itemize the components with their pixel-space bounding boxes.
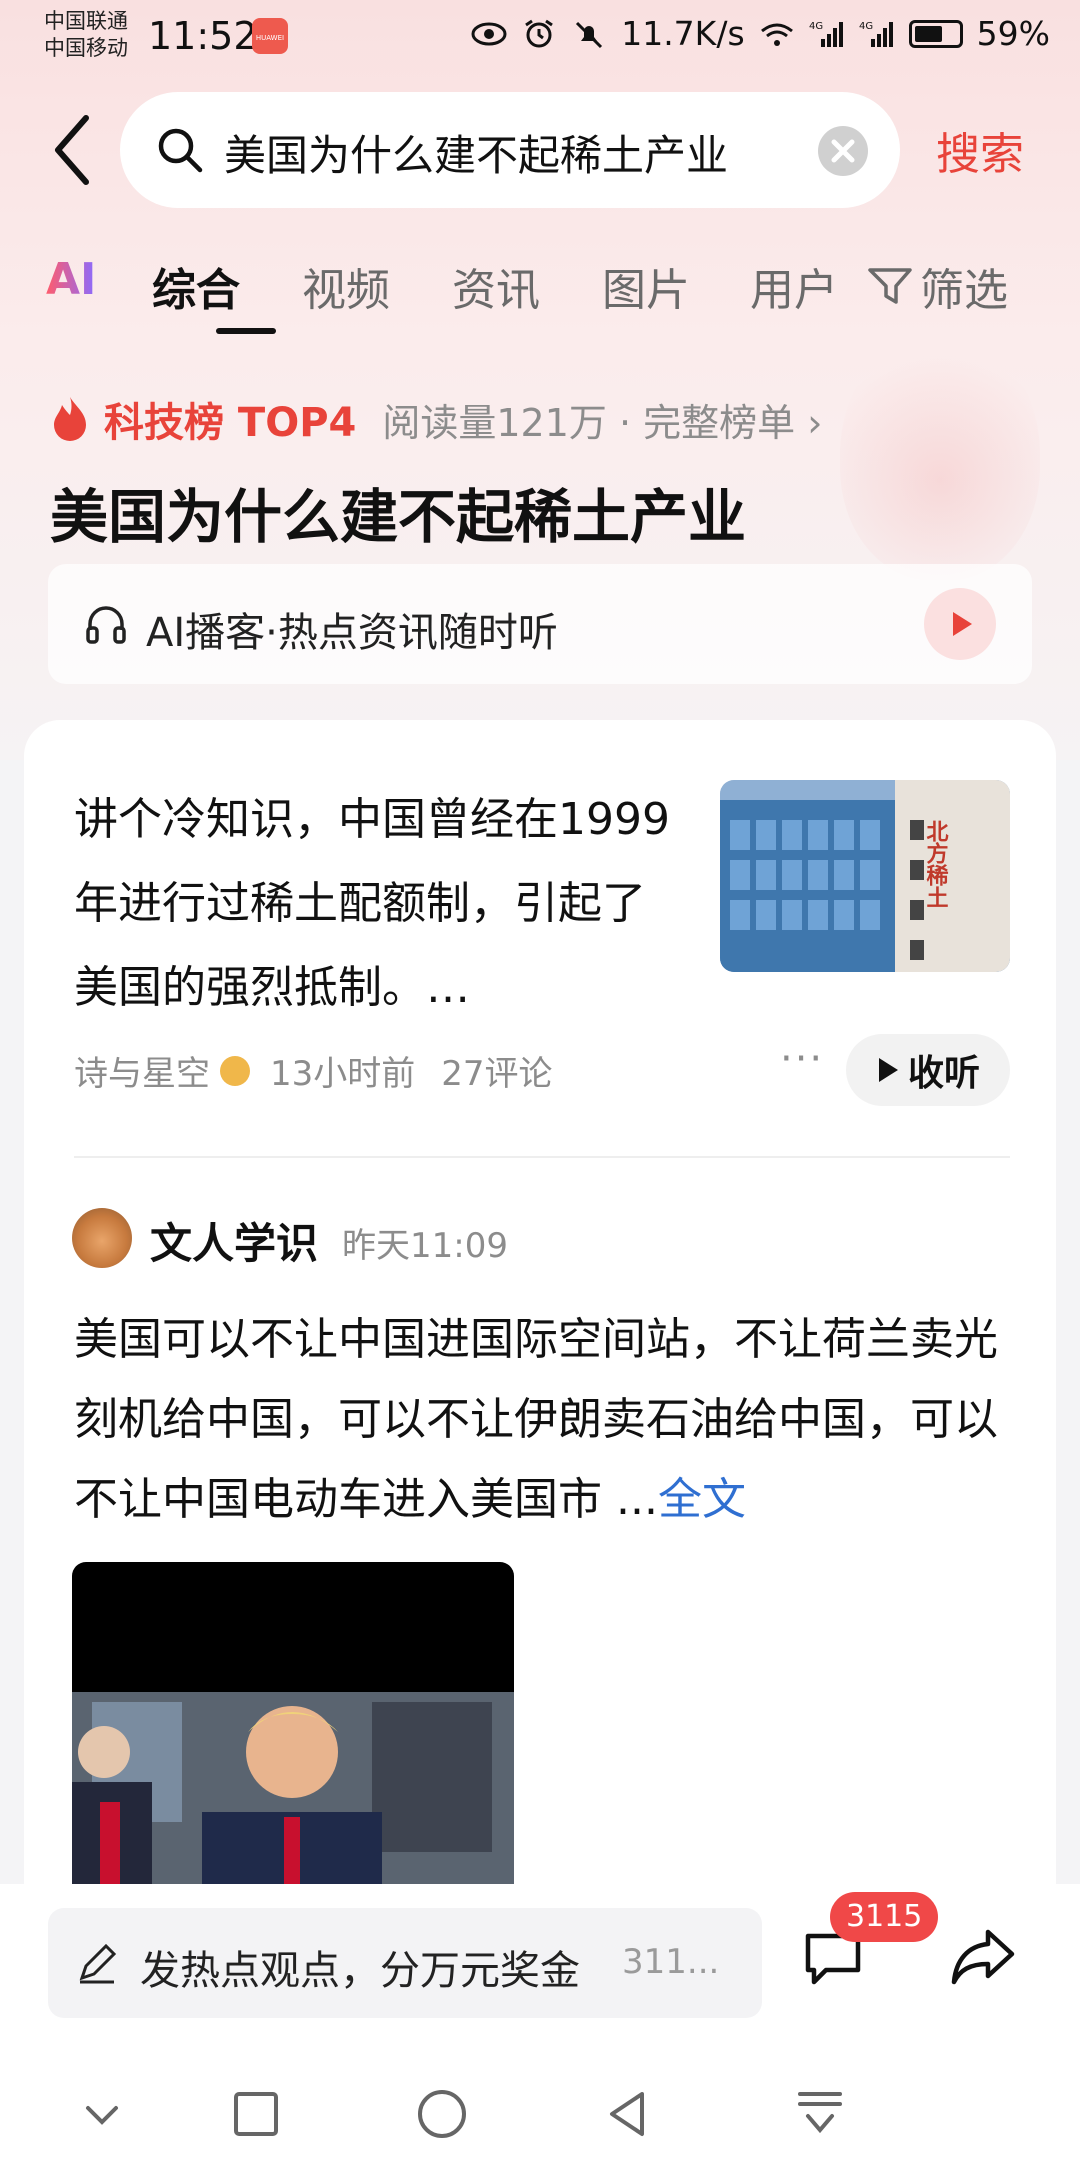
network-speed: 11.7K/s: [621, 14, 745, 53]
article-author[interactable]: 诗与星空: [74, 1046, 210, 1095]
alarm-icon: [525, 19, 554, 47]
full-text-link[interactable]: 全文: [658, 1474, 746, 1525]
active-tab-indicator: [216, 328, 276, 334]
tab-video[interactable]: 视频: [302, 254, 390, 318]
article-comments[interactable]: 27评论: [441, 1046, 552, 1095]
headphones-icon: [86, 606, 126, 644]
play-icon: [953, 612, 972, 636]
recents-button-icon[interactable]: [226, 2084, 286, 2144]
fire-icon: [54, 397, 86, 441]
search-query[interactable]: 美国为什么建不起稀土产业: [224, 122, 728, 183]
carrier-info: 中国联通 中国移动: [44, 8, 128, 62]
flame-decoration: [840, 330, 1040, 580]
eye-icon: [471, 22, 507, 45]
back-arrow-icon[interactable]: [48, 112, 98, 188]
notification-pulldown-icon[interactable]: [790, 2084, 850, 2144]
comment-input[interactable]: 发热点观点，分万元奖金 311...: [48, 1908, 762, 2018]
avatar[interactable]: [72, 1208, 132, 1268]
clear-search-button[interactable]: [818, 126, 868, 176]
wifi-icon: [760, 23, 793, 46]
tab-ai[interactable]: AI: [46, 254, 96, 305]
carrier-2: 中国移动: [44, 36, 128, 60]
svg-text:4G: 4G: [809, 21, 823, 32]
podcast-label: AI播客·热点资讯随时听: [146, 610, 558, 656]
status-bar: 中国联通 中国移动 11:52 HUAWEI 11.7K/s 4G 4G 59%: [0, 0, 1080, 76]
play-icon: [878, 1058, 898, 1082]
carrier-1: 中国联通: [44, 9, 128, 33]
comment-count-preview: 311...: [622, 1942, 720, 1982]
signal-4g-icon: 4G: [809, 21, 843, 47]
signal-4g-icon-2: 4G: [859, 21, 893, 47]
search-icon: [158, 128, 203, 173]
article-time: 13小时前: [270, 1054, 416, 1094]
results-card: 讲个冷知识，中国曾经在1999年进行过稀土配额制，引起了美国的强烈抵制。… 北方…: [24, 720, 1056, 1982]
tab-news[interactable]: 资讯: [452, 254, 540, 318]
share-icon[interactable]: [950, 1924, 1016, 1990]
article-thumbnail[interactable]: 北方稀土: [720, 780, 1010, 972]
tab-users[interactable]: 用户: [750, 254, 838, 318]
search-input[interactable]: 美国为什么建不起稀土产业: [120, 92, 900, 208]
bottom-bar: 发热点观点，分万元奖金 311... 3115: [0, 1884, 1080, 2160]
comment-hint: 发热点观点，分万元奖金: [140, 1948, 580, 1994]
battery-percent: 59%: [976, 14, 1050, 53]
battery-icon: [908, 19, 963, 48]
pen-icon: [79, 1943, 117, 1984]
listen-label: 收听: [907, 1053, 980, 1094]
hot-rank-row[interactable]: 科技榜 TOP4 阅读量121万 · 完整榜单 ›: [50, 390, 822, 448]
post-author[interactable]: 文人学识: [150, 1210, 318, 1271]
mute-icon: [576, 21, 603, 48]
close-icon: [831, 139, 855, 163]
listen-button[interactable]: 收听: [846, 1034, 1010, 1106]
divider: [74, 1156, 1010, 1158]
more-options-button[interactable]: ···: [780, 1036, 824, 1082]
post-time: 昨天11:09: [342, 1226, 508, 1266]
post-body-text: 美国可以不让中国进国际空间站，不让荷兰卖光刻机给中国，可以不让伊朗卖石油给中国，…: [74, 1314, 998, 1525]
building-image: 北方稀土: [720, 780, 1010, 972]
hot-rank-tag: 科技榜 TOP4: [104, 400, 357, 446]
svg-text:4G: 4G: [859, 21, 873, 32]
clock: 11:52: [148, 14, 258, 58]
building-sign-text: 北方稀土: [923, 820, 949, 908]
search-tabs: AI 综合 视频 资讯 图片 用户 筛选: [46, 254, 1056, 334]
tab-images[interactable]: 图片: [602, 254, 690, 318]
article-summary[interactable]: 讲个冷知识，中国曾经在1999年进行过稀土配额制，引起了美国的强烈抵制。…: [74, 778, 674, 1030]
filter-button[interactable]: 筛选: [868, 254, 1008, 318]
post-body[interactable]: 美国可以不让中国进国际空间站，不让荷兰卖光刻机给中国，可以不让伊朗卖石油给中国，…: [74, 1300, 1014, 1540]
back-button-icon[interactable]: [598, 2084, 658, 2144]
huawei-notification-icon: HUAWEI: [252, 18, 288, 54]
comment-count-badge: 3115: [830, 1892, 939, 1942]
filter-label: 筛选: [920, 265, 1008, 316]
article-meta: 诗与星空 13小时前 27评论: [74, 1046, 553, 1095]
ai-podcast-bar[interactable]: AI播客·热点资讯随时听: [48, 564, 1032, 684]
home-button-icon[interactable]: [412, 2084, 472, 2144]
filter-icon: [868, 268, 912, 304]
podcast-play-button[interactable]: [924, 588, 996, 660]
search-button[interactable]: 搜索: [936, 118, 1024, 182]
tab-comprehensive[interactable]: 综合: [152, 254, 240, 318]
status-icons: 11.7K/s 4G 4G 59%: [471, 14, 1050, 53]
hot-rank-meta[interactable]: 阅读量121万 · 完整榜单 ›: [382, 392, 822, 447]
page-title: 美国为什么建不起稀土产业: [50, 483, 747, 551]
chevron-down-icon[interactable]: [72, 2084, 132, 2144]
system-navigation-bar: [0, 2064, 1080, 2160]
verified-badge-icon: [220, 1055, 250, 1086]
